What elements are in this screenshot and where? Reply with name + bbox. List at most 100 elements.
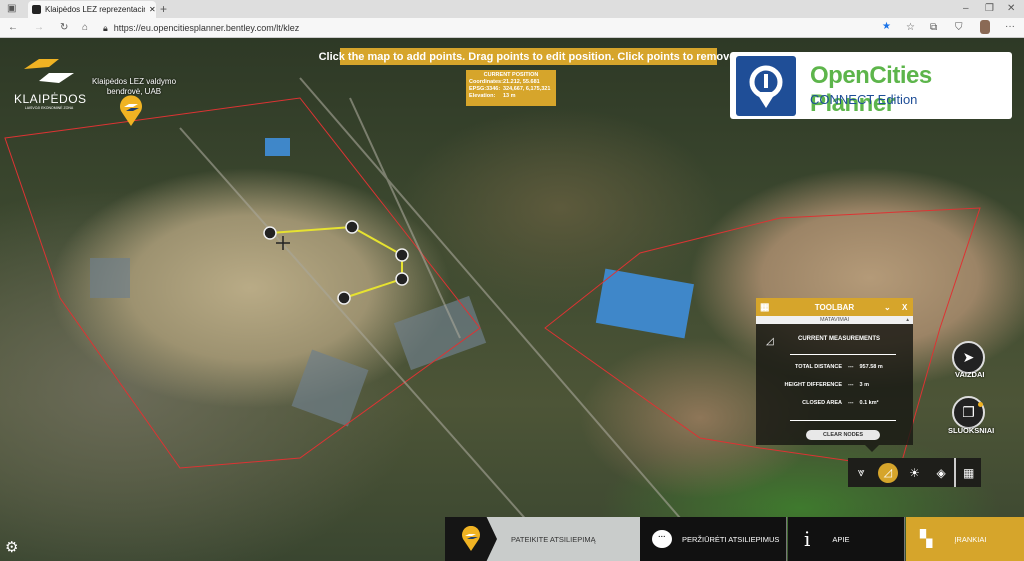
tools-icon: ▚: [920, 531, 933, 548]
favorites-icon[interactable]: ☆: [906, 22, 915, 33]
sep: ---: [848, 382, 854, 388]
map-pin-icon[interactable]: [119, 95, 143, 127]
favorite-star-icon[interactable]: ★: [882, 21, 891, 32]
favicon-icon: [32, 5, 41, 14]
measure-icon: ◿: [877, 462, 898, 483]
new-tab-button[interactable]: +: [160, 2, 167, 16]
clear-nodes-button[interactable]: CLEAR NODES: [806, 430, 880, 440]
brand-tagline: LAISVOJI EKONOMINĖ ZONA: [24, 106, 74, 110]
info-icon: i: [804, 527, 811, 551]
section-header[interactable]: MATAVIMAI ▴: [756, 316, 913, 324]
measurements-heading: CURRENT MEASUREMENTS: [798, 336, 881, 342]
instruction-banner: Click the map to add points. Drag points…: [319, 48, 738, 65]
grid-icon: ▦: [760, 301, 770, 313]
klaipeda-logo: KLAIPĖDOS LAISVOJI EKONOMINĖ ZONA: [14, 55, 87, 110]
home-icon[interactable]: ⌂: [82, 22, 88, 33]
caret-up-icon: ▴: [906, 317, 909, 323]
zone-boundary: [4, 97, 481, 469]
more-icon[interactable]: ···: [1005, 21, 1015, 32]
measure-label: TOTAL DISTANCE: [795, 364, 842, 370]
measurement-row: CLOSED AREA --- 0.1 km²: [756, 400, 913, 406]
toolbar-panel: ▦ TOOLBAR ⌄ X MATAVIMAI ▴ ◿ CURRENT MEASU…: [756, 298, 913, 445]
measure-value: 957.58 m: [859, 364, 883, 370]
nav-label: PERŽIŪRĖTI ATSILIEPIMUS: [682, 534, 780, 544]
row-label: Elevation:: [469, 93, 496, 99]
layers-button-label[interactable]: SLUOKSNIAI: [948, 426, 994, 435]
about-button[interactable]: i APIE: [788, 517, 905, 561]
views-button-label[interactable]: VAIZDAI: [955, 370, 984, 379]
measure-tool-button[interactable]: ◿: [875, 458, 902, 487]
divider: [790, 420, 896, 421]
measurement-line: [269, 225, 403, 299]
chat-icon: ···: [652, 530, 672, 548]
position-row: EPSG:3346: 324,667, 6,175,321: [469, 86, 553, 93]
row-label: EPSG:3346:: [469, 86, 501, 92]
measurement-nodes[interactable]: [263, 220, 409, 305]
map-pin-label: Klaipėdos LEZ valdymo bendrovė, UAB: [91, 77, 177, 96]
measure-icon: ◿: [766, 336, 774, 347]
tool-strip: ⩔ ◿ ☀ ◈ ▦: [848, 458, 981, 487]
toolbar-header: ▦ TOOLBAR ⌄ X: [756, 298, 913, 316]
measure-label: CLOSED AREA: [802, 400, 842, 406]
grid-icon[interactable]: ▦: [954, 458, 981, 487]
back-icon[interactable]: ←: [8, 22, 18, 33]
nav-label: APIE: [832, 534, 850, 544]
maximize-button[interactable]: ❐: [985, 3, 994, 14]
position-row: Coordinates: 21.212, 55.681: [469, 79, 553, 86]
layers-icon[interactable]: ❐: [952, 396, 985, 429]
highlighted-buildings: [265, 138, 695, 339]
profile-avatar[interactable]: [980, 20, 990, 34]
product-edition: CONNECT Edition: [810, 92, 918, 107]
opencities-mark-icon: [736, 56, 796, 116]
pin-icon: [445, 517, 497, 561]
lock-icon: 🔒︎: [103, 22, 108, 33]
row-label: Coordinates:: [469, 79, 503, 85]
collections-icon[interactable]: ⧉: [930, 22, 937, 33]
product-title: OpenCities Planner: [810, 62, 932, 117]
minimize-button[interactable]: –: [963, 3, 969, 14]
measurement-row: HEIGHT DIFFERENCE --- 3 m: [756, 382, 913, 388]
forward-icon[interactable]: →: [34, 22, 44, 33]
measure-label: HEIGHT DIFFERENCE: [784, 382, 842, 388]
current-position-box: CURRENT POSITION Coordinates: 21.212, 55.…: [466, 70, 556, 106]
tools-button[interactable]: ▚ ĮRANKIAI: [906, 517, 1024, 561]
sep: ---: [848, 364, 854, 370]
refresh-icon[interactable]: ↻: [60, 22, 68, 33]
position-row: Elevation: 13 m: [469, 93, 553, 100]
browser-tab-bar: ▣ Klaipėdos LEZ reprezentacinis 3D✕ + – …: [0, 0, 1024, 18]
gear-icon[interactable]: ⚙: [5, 538, 18, 556]
tab-actions-icon[interactable]: ▣: [7, 3, 16, 14]
nav-label: ĮRANKIAI: [954, 534, 987, 544]
measure-value: 3 m: [859, 382, 869, 388]
measure-value: 0.1 km²: [859, 400, 879, 406]
nav-label: PATEIKITE ATSILIEPIMĄ: [511, 534, 596, 544]
markers-icon[interactable]: ⩔: [848, 458, 875, 487]
row-value: 13 m: [503, 93, 516, 99]
current-position-title: CURRENT POSITION: [483, 72, 539, 78]
measurement-row: TOTAL DISTANCE --- 957.58 m: [756, 364, 913, 370]
browser-tab[interactable]: Klaipėdos LEZ reprezentacinis 3D ✕: [28, 1, 156, 18]
section-title: MATAVIMAI: [819, 317, 850, 323]
tab-title: Klaipėdos LEZ reprezentacinis 3D: [45, 5, 145, 14]
panel-pointer: [865, 445, 879, 452]
divider: [790, 354, 896, 355]
close-window-button[interactable]: ✕: [1007, 3, 1015, 14]
extension-icon[interactable]: ⛉: [955, 22, 963, 33]
brand-name: KLAIPĖDOS: [14, 92, 87, 106]
close-tab-icon[interactable]: ✕: [149, 5, 156, 14]
submit-feedback-button[interactable]: PATEIKITE ATSILIEPIMĄ: [445, 517, 640, 561]
row-value: 21.212, 55.681: [503, 79, 540, 85]
opencities-logo: OpenCities Planner CONNECT Edition: [730, 52, 1012, 119]
view-feedback-button[interactable]: ··· PERŽIŪRĖTI ATSILIEPIMUS: [640, 517, 787, 561]
url-input[interactable]: 🔒︎ https://eu.opencitiesplanner.bentley.c…: [103, 21, 903, 35]
collapse-icon[interactable]: ⌄: [884, 303, 891, 312]
buildings: [90, 258, 487, 427]
row-value: 324,667, 6,175,321: [503, 86, 551, 92]
sun-icon[interactable]: ☀: [901, 458, 928, 487]
url-text: https://eu.opencitiesplanner.bentley.com…: [113, 23, 300, 33]
close-toolbar-button[interactable]: X: [902, 303, 907, 312]
notification-dot: [978, 402, 983, 407]
layers-box-icon[interactable]: ◈: [928, 458, 955, 487]
sep: ---: [848, 400, 854, 406]
address-bar: ← → ↻ ⌂ 🔒︎ https://eu.opencitiesplanner.b…: [0, 18, 1024, 38]
